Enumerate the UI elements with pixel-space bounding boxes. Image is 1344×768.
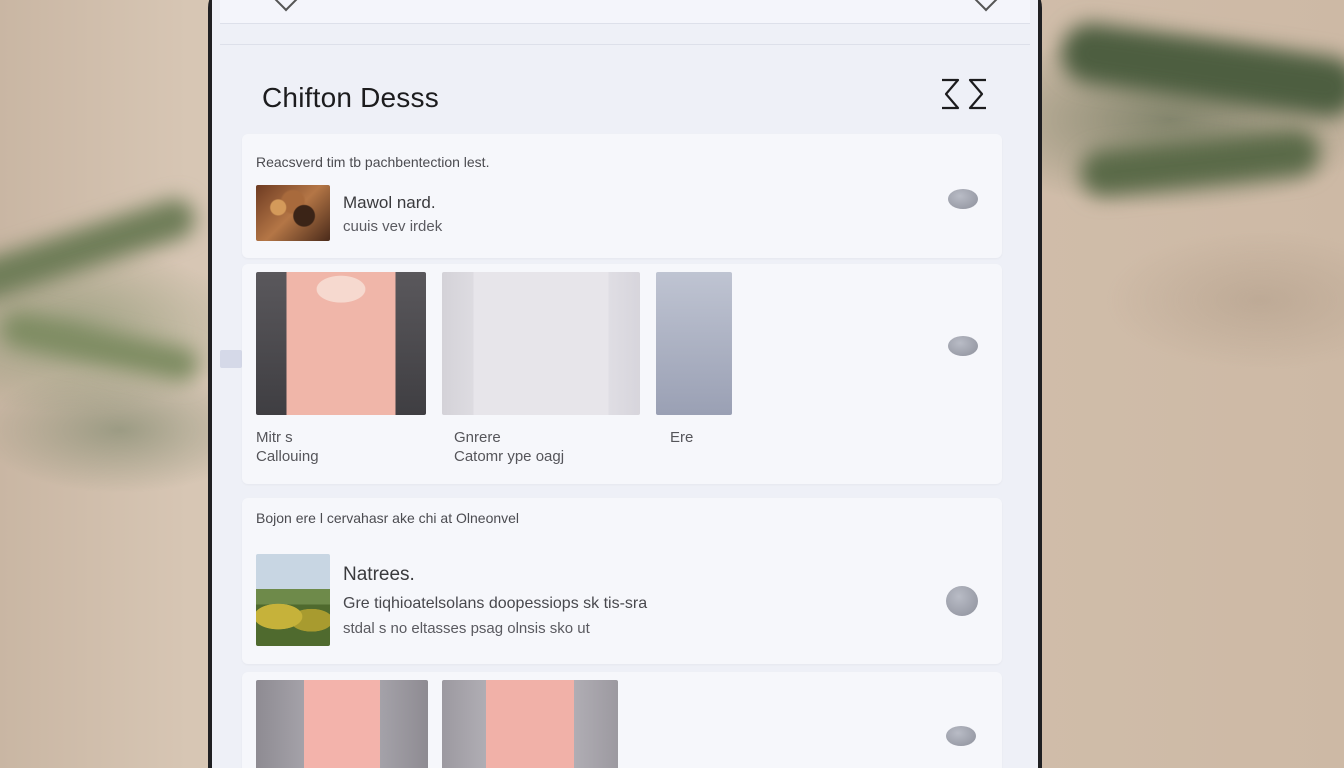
backdrop-foliage-right: [1057, 19, 1344, 121]
item-subtitle: cuuis vev irdek: [343, 218, 443, 235]
dress-image-4[interactable]: [256, 680, 428, 768]
item-title: Natrees.: [343, 564, 415, 585]
chevron-down-icon[interactable]: [274, 0, 298, 12]
ellipse-action-icon[interactable]: [948, 189, 978, 209]
gallery-card: Mitr s Callouing Gnrere Catomr ype oagj …: [242, 264, 1002, 484]
gallery-card-2: [242, 672, 1002, 768]
app-screen: Chifton Desss Reacsverd tim tb pachbente…: [212, 0, 1038, 768]
card-header: Reacsverd tim tb pachbentection lest.: [256, 154, 490, 170]
chevron-down-icon-right[interactable]: [974, 0, 998, 12]
dress-image-2[interactable]: [442, 272, 640, 415]
page-title: Chifton Desss: [262, 82, 439, 113]
side-handle[interactable]: [220, 350, 242, 368]
list-card-2[interactable]: Bojon ere l cervahasr ake chi at Olneonv…: [242, 498, 1002, 664]
item-description-line-1: Gre tiqhioatelsolans doopessiops sk tis-…: [343, 595, 648, 612]
ellipse-action-icon[interactable]: [946, 586, 978, 616]
caption-1: Mitr s Callouing: [256, 428, 319, 466]
dress-image-3[interactable]: [656, 272, 732, 415]
dress-image-1[interactable]: [256, 272, 426, 415]
caption-line: Ere: [670, 429, 694, 446]
ellipse-action-icon[interactable]: [946, 726, 976, 746]
backdrop-foliage-left-2: [0, 309, 202, 385]
list-card-1[interactable]: Reacsverd tim tb pachbentection lest. Ma…: [242, 134, 1002, 258]
caption-line: Catomr ype oagj: [454, 448, 565, 465]
divider: [220, 44, 1030, 45]
ellipse-action-icon[interactable]: [948, 336, 978, 356]
food-thumbnail[interactable]: [256, 185, 330, 241]
caption-2: Gnrere Catomr ype oagj: [454, 428, 564, 466]
card-header: Bojon ere l cervahasr ake chi at Olneonv…: [256, 510, 520, 526]
backdrop-foliage-left: [0, 193, 201, 307]
item-title: Mawol nard.: [343, 193, 436, 212]
caption-3: Ere: [670, 428, 693, 447]
top-toolbar: [220, 0, 1030, 24]
caption-line: Callouing: [256, 448, 319, 465]
caption-line: Mitr s: [256, 429, 293, 446]
caption-line: Gnrere: [454, 429, 501, 446]
dress-image-5[interactable]: [442, 680, 618, 768]
landscape-thumbnail[interactable]: [256, 554, 330, 646]
expand-arrows-icon[interactable]: [940, 78, 988, 110]
item-description-line-2: stdal s no eltasses psag olnsis sko ut: [343, 620, 590, 637]
backdrop-foliage-right-2: [1078, 127, 1322, 199]
